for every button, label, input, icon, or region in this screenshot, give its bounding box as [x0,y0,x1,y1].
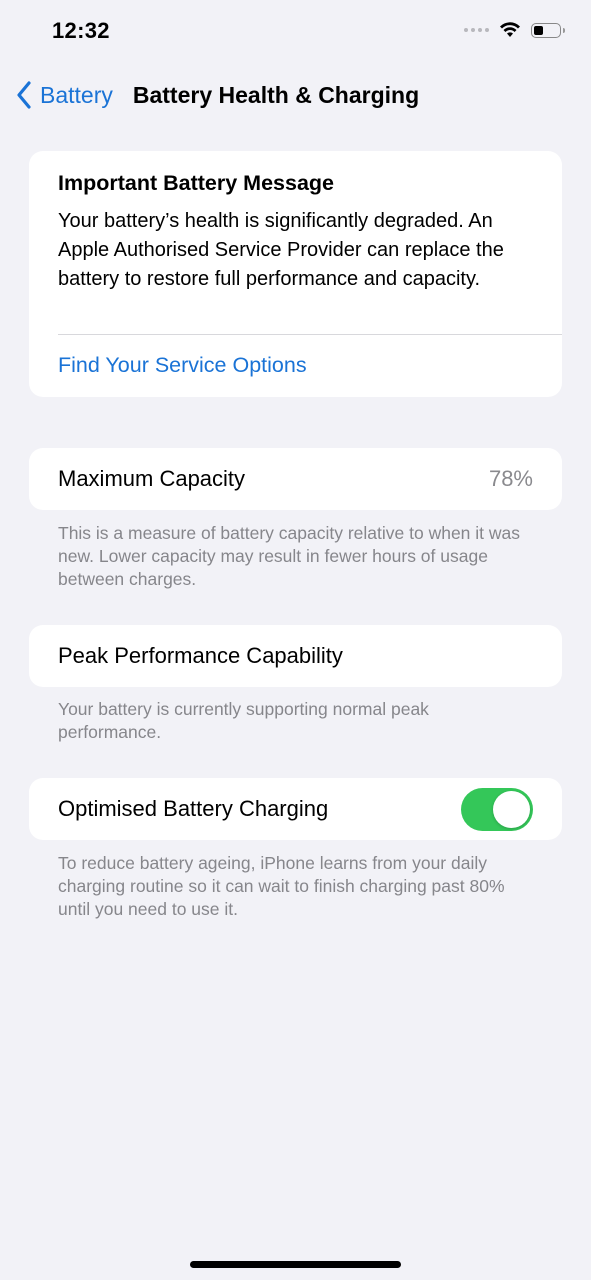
wifi-icon [500,22,520,37]
signal-dots-icon [464,28,489,32]
battery-message-card: Important Battery Message Your battery’s… [29,151,562,397]
optimised-charging-footer: To reduce battery ageing, iPhone learns … [58,853,505,919]
maximum-capacity-footer: This is a measure of battery capacity re… [58,523,521,589]
home-indicator[interactable] [190,1261,401,1268]
peak-performance-label: Peak Performance Capability [58,643,343,668]
divider [58,334,562,335]
navigation-bar: Battery Battery Health & Charging [16,78,591,112]
battery-icon [531,22,565,38]
peak-performance-row: Peak Performance Capability [29,625,562,687]
status-time: 12:32 [52,18,110,43]
page-title: Battery Health & Charging [132,81,420,108]
optimised-charging-label: Optimised Battery Charging [58,796,329,821]
message-title: Important Battery Message [58,171,334,195]
maximum-capacity-row: Maximum Capacity 78% [29,448,562,510]
optimised-charging-toggle[interactable] [461,787,533,831]
back-label: Battery [40,81,113,108]
message-body: Your battery’s health is significantly d… [58,210,504,290]
back-button[interactable]: Battery [16,81,113,109]
find-service-options-link[interactable]: Find Your Service Options [58,353,307,378]
peak-performance-footer: Your battery is currently supporting nor… [58,699,429,742]
chevron-left-icon [17,81,31,109]
maximum-capacity-label: Maximum Capacity [58,466,246,491]
maximum-capacity-value: 78% [488,466,533,491]
optimised-charging-row: Optimised Battery Charging [29,778,562,840]
